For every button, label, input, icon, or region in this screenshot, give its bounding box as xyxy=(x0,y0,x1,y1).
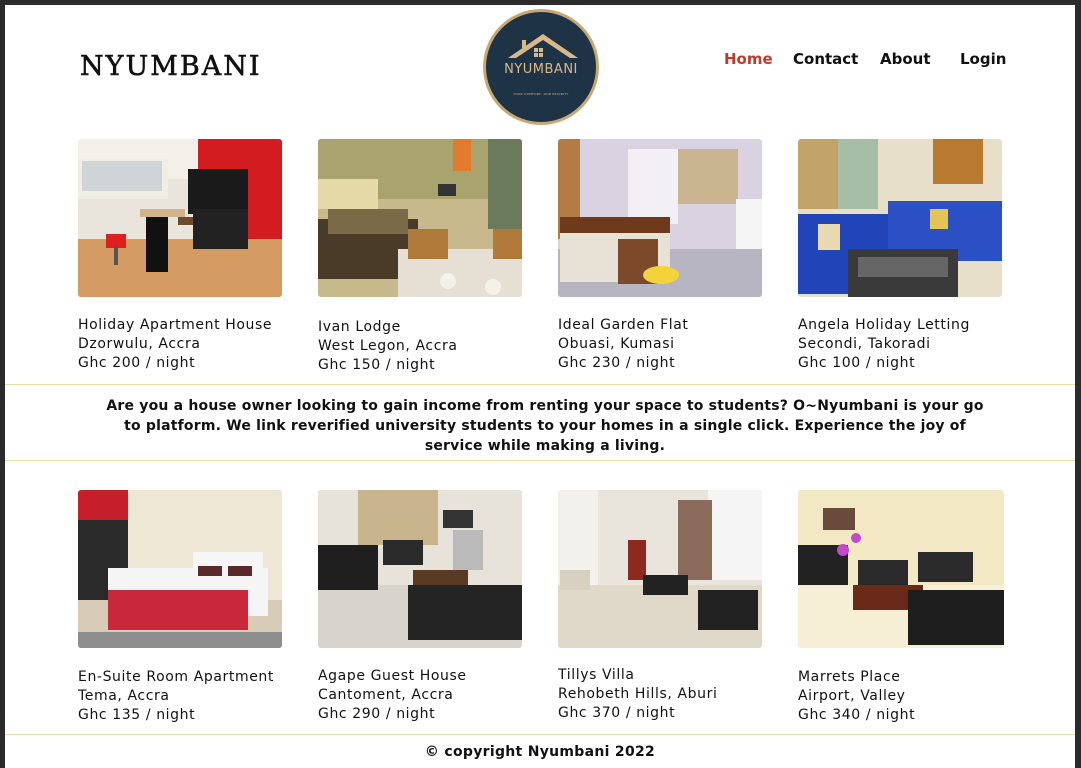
listing-price: Ghc 100 / night xyxy=(798,355,916,371)
divider xyxy=(5,384,1075,385)
owner-pitch-text: Are you a house owner looking to gain in… xyxy=(106,398,984,454)
page: NYUMBANI NYUMBANI YOUR COMFORT, OUR PRIO… xyxy=(5,5,1075,768)
listing-name[interactable]: Angela Holiday Letting xyxy=(798,316,970,335)
listing-name[interactable]: Ideal Garden Flat xyxy=(558,316,689,335)
site-logo[interactable]: NYUMBANI YOUR COMFORT, OUR PRIORITY xyxy=(483,9,599,125)
listing-photo[interactable] xyxy=(558,490,762,648)
listing-location: Tema, Accra xyxy=(78,688,170,704)
house-roof-icon xyxy=(508,34,578,58)
listing-price: Ghc 340 / night xyxy=(798,707,916,723)
listing-location: Rehobeth Hills, Aburi xyxy=(558,686,718,702)
listing-location: Dzorwulu, Accra xyxy=(78,336,201,352)
listing-location: Airport, Valley xyxy=(798,688,906,704)
listing-photo[interactable] xyxy=(558,139,762,297)
nav-about-link[interactable]: About xyxy=(880,50,931,68)
listing-name[interactable]: Agape Guest House xyxy=(318,667,467,686)
listing-name[interactable]: Tillys Villa xyxy=(558,666,635,685)
listing-price: Ghc 290 / night xyxy=(318,706,436,722)
logo-text: NYUMBANI xyxy=(504,62,578,77)
listing-photo[interactable] xyxy=(318,490,522,648)
listing-price: Ghc 370 / night xyxy=(558,705,676,721)
listing-price: Ghc 135 / night xyxy=(78,707,196,723)
listing-photo[interactable] xyxy=(78,139,282,297)
divider xyxy=(5,460,1075,461)
nav-contact-link[interactable]: Contact xyxy=(793,50,858,68)
listing-name[interactable]: Holiday Apartment House xyxy=(78,316,272,335)
listing-price: Ghc 150 / night xyxy=(318,357,436,373)
brand-wordmark[interactable]: NYUMBANI xyxy=(80,51,261,83)
nav-home-link[interactable]: Home xyxy=(724,50,773,68)
listing-location: Secondi, Takoradi xyxy=(798,336,931,352)
listing-location: West Legon, Accra xyxy=(318,338,458,354)
listing-price: Ghc 200 / night xyxy=(78,355,196,371)
nav-login-link[interactable]: Login xyxy=(960,50,1006,68)
listing-name[interactable]: Ivan Lodge xyxy=(318,318,401,337)
listing-photo[interactable] xyxy=(318,139,522,297)
logo-tagline: YOUR COMFORT, OUR PRIORITY xyxy=(513,92,569,96)
listing-name[interactable]: Marrets Place xyxy=(798,668,901,687)
listing-location: Obuasi, Kumasi xyxy=(558,336,675,352)
divider xyxy=(5,734,1075,735)
listing-photo[interactable] xyxy=(798,139,1002,297)
listing-price: Ghc 230 / night xyxy=(558,355,676,371)
listing-location: Cantoment, Accra xyxy=(318,687,454,703)
listing-photo[interactable] xyxy=(798,490,1004,648)
listing-name[interactable]: En-Suite Room Apartment xyxy=(78,668,274,687)
footer-copyright: © copyright Nyumbani 2022 xyxy=(424,744,656,760)
listing-photo[interactable] xyxy=(78,490,282,648)
